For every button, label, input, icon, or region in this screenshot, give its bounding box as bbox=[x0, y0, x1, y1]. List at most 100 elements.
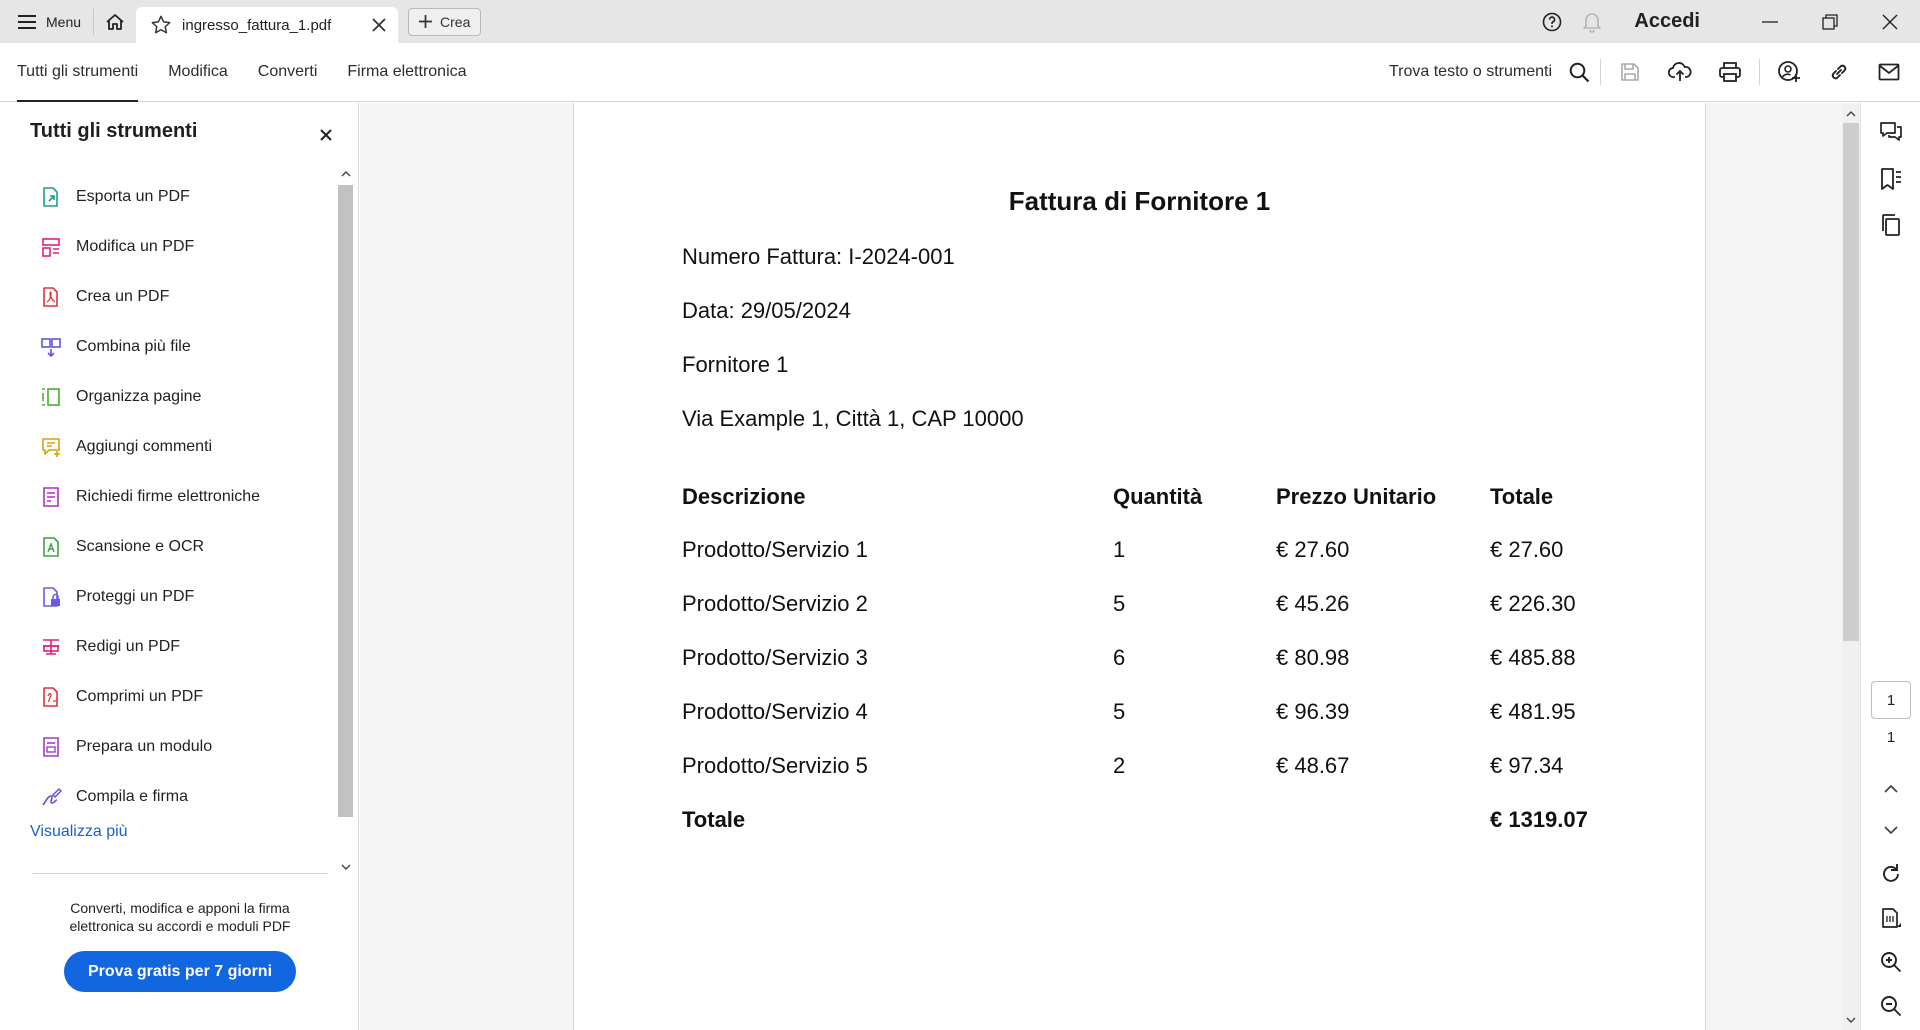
chevron-up-icon bbox=[1846, 111, 1856, 117]
cell-unit-price: € 48.67 bbox=[1276, 753, 1350, 778]
tool-item[interactable]: Comprimi un PDF bbox=[40, 672, 330, 722]
bookmarks-button[interactable] bbox=[1871, 163, 1911, 195]
scroll-up-button[interactable] bbox=[1842, 105, 1860, 123]
save-button[interactable] bbox=[1605, 43, 1655, 101]
tool-item[interactable]: Modifica un PDF bbox=[40, 222, 330, 272]
comments-button[interactable] bbox=[1871, 116, 1911, 148]
close-icon bbox=[1882, 14, 1898, 29]
tool-item[interactable]: Redigi un PDF bbox=[40, 622, 330, 672]
cell-total: € 481.95 bbox=[1490, 699, 1576, 724]
signin-button[interactable]: Accedi bbox=[1634, 10, 1700, 33]
invoice-date: Data: 29/05/2024 bbox=[682, 298, 851, 323]
copy-link-button[interactable] bbox=[1814, 43, 1864, 101]
main-toolbar: Tutti gli strumenti Modifica Converti Fi… bbox=[0, 43, 1920, 102]
cell-quantity: 5 bbox=[1113, 591, 1126, 616]
rotate-icon bbox=[1883, 864, 1899, 882]
scroll-up-button[interactable] bbox=[338, 165, 353, 183]
home-icon bbox=[106, 13, 124, 30]
scroll-down-button[interactable] bbox=[1842, 1011, 1860, 1029]
cell-unit-price: € 45.26 bbox=[1276, 591, 1350, 616]
panel-scrollbar[interactable] bbox=[338, 165, 353, 877]
zoom-in-button[interactable] bbox=[1871, 946, 1911, 978]
tool-item[interactable]: Richiedi firme elettroniche bbox=[40, 472, 330, 522]
zoom-in-icon bbox=[1881, 952, 1902, 973]
link-icon bbox=[1831, 64, 1847, 80]
tool-item[interactable]: Organizza pagine bbox=[40, 372, 330, 422]
search-button[interactable] bbox=[1562, 43, 1596, 101]
upload-button[interactable] bbox=[1655, 43, 1705, 101]
request-signatures-icon bbox=[43, 487, 59, 507]
cell-quantity: 5 bbox=[1113, 699, 1126, 724]
prepare-form-icon bbox=[43, 737, 59, 757]
cell-description: Prodotto/Servizio 5 bbox=[682, 753, 868, 778]
chevron-up-icon bbox=[1884, 785, 1898, 793]
tool-item[interactable]: Aggiungi commenti bbox=[40, 422, 330, 472]
print-button[interactable] bbox=[1705, 43, 1755, 101]
tool-label: Richiedi firme elettroniche bbox=[76, 488, 261, 505]
document-scrollbar[interactable] bbox=[1842, 103, 1860, 1030]
see-more-link[interactable]: Visualizza più bbox=[30, 823, 128, 841]
supplier-name: Fornitore 1 bbox=[682, 352, 789, 377]
tool-item[interactable]: Crea un PDF bbox=[40, 272, 330, 322]
find-label[interactable]: Trova testo o strumenti bbox=[1389, 63, 1552, 81]
free-trial-button[interactable]: Prova gratis per 7 giorni bbox=[64, 951, 296, 992]
scrollbar-thumb[interactable] bbox=[338, 185, 353, 817]
cell-quantity: 6 bbox=[1113, 645, 1126, 670]
tab-e-sign[interactable]: Firma elettronica bbox=[332, 43, 481, 101]
home-button[interactable] bbox=[94, 0, 136, 43]
tool-label: Scansione e OCR bbox=[76, 538, 205, 555]
add-comment-icon bbox=[42, 438, 60, 457]
tool-item[interactable]: Prepara un modulo bbox=[40, 722, 330, 772]
tool-label: Organizza pagine bbox=[76, 388, 202, 405]
menu-button[interactable]: Menu bbox=[0, 0, 93, 43]
mail-icon bbox=[1878, 63, 1900, 81]
document-tab[interactable]: ingresso_fattura_1.pdf bbox=[136, 7, 399, 43]
header-unit-price: Prezzo Unitario bbox=[1276, 484, 1437, 509]
scrollbar-thumb[interactable] bbox=[1843, 123, 1859, 641]
tab-title: ingresso_fattura_1.pdf bbox=[182, 16, 332, 34]
tool-label: Redigi un PDF bbox=[76, 638, 181, 655]
cell-total: € 27.60 bbox=[1490, 537, 1564, 562]
tool-item[interactable]: Scansione e OCR bbox=[40, 522, 330, 572]
tab-edit[interactable]: Modifica bbox=[153, 43, 243, 101]
tool-label: Prepara un modulo bbox=[76, 738, 213, 755]
email-button[interactable] bbox=[1864, 43, 1914, 101]
notifications-button[interactable] bbox=[1572, 0, 1612, 43]
right-rail: 1 1 bbox=[1860, 103, 1920, 1030]
comments-icon bbox=[1880, 122, 1902, 141]
close-tab-icon[interactable] bbox=[372, 18, 386, 32]
previous-page-button[interactable] bbox=[1871, 773, 1911, 805]
close-panel-button[interactable] bbox=[316, 125, 336, 145]
close-window-button[interactable] bbox=[1860, 0, 1920, 43]
cell-total: € 226.30 bbox=[1490, 591, 1576, 616]
redact-pdf-icon bbox=[43, 639, 59, 655]
cell-quantity: 2 bbox=[1113, 753, 1126, 778]
next-page-button[interactable] bbox=[1871, 814, 1911, 846]
tab-convert[interactable]: Converti bbox=[243, 43, 333, 101]
help-button[interactable] bbox=[1532, 0, 1572, 43]
restore-icon bbox=[1822, 13, 1838, 30]
scroll-down-button[interactable] bbox=[338, 858, 353, 876]
page-fit-button[interactable] bbox=[1871, 903, 1911, 935]
restore-button[interactable] bbox=[1800, 0, 1860, 43]
tool-item[interactable]: Esporta un PDF bbox=[40, 172, 330, 222]
tool-list: Esporta un PDF Modifica un PDF Crea un PDF… bbox=[40, 172, 330, 822]
cell-unit-price: € 96.39 bbox=[1276, 699, 1350, 724]
close-icon bbox=[320, 129, 332, 141]
minimize-button[interactable] bbox=[1740, 0, 1800, 43]
all-tools-panel: Tutti gli strumenti Esporta un PDF Modifi… bbox=[0, 103, 359, 1030]
rotate-button[interactable] bbox=[1871, 858, 1911, 890]
page-thumbnails-button[interactable] bbox=[1871, 209, 1911, 241]
total-value: € 1319.07 bbox=[1490, 807, 1588, 832]
tool-item[interactable]: Proteggi un PDF bbox=[40, 572, 330, 622]
chevron-down-icon bbox=[1884, 826, 1898, 834]
tool-item[interactable]: Combina più file bbox=[40, 322, 330, 372]
share-button[interactable] bbox=[1764, 43, 1814, 101]
create-button[interactable]: Crea bbox=[408, 7, 482, 36]
tool-item[interactable]: Compila e firma bbox=[40, 772, 330, 822]
zoom-out-button[interactable] bbox=[1871, 990, 1911, 1022]
page-number-input[interactable]: 1 bbox=[1871, 681, 1911, 719]
printer-icon bbox=[1719, 62, 1741, 82]
tab-all-tools[interactable]: Tutti gli strumenti bbox=[17, 43, 153, 102]
star-icon[interactable] bbox=[150, 14, 172, 36]
